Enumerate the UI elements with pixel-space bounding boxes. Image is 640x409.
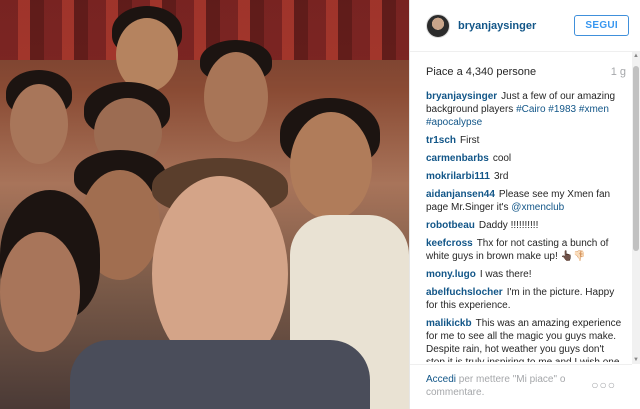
comment-item: abelfuchslocher I'm in the picture. Happy…	[426, 286, 622, 312]
comment-author[interactable]: carmenbarbs	[426, 153, 489, 164]
likes-count[interactable]: Piace a 4,340 persone	[426, 66, 536, 80]
person-face	[10, 84, 68, 164]
comment-item: malikickb This was an amazing experience …	[426, 317, 622, 362]
side-panel: bryanjaysinger SEGUI Piace a 4,340 perso…	[409, 0, 640, 409]
comments-list[interactable]: bryanjaysinger Just a few of our amazing …	[426, 90, 622, 362]
comment-item: aidanjansen44 Please see my Xmen fan page…	[426, 188, 622, 214]
scroll-down-arrow-icon[interactable]: ▼	[632, 356, 640, 364]
login-link[interactable]: Accedi	[426, 374, 456, 385]
comment-author[interactable]: keefcross	[426, 238, 473, 249]
comment-mention[interactable]: @xmenclub	[511, 202, 564, 213]
comment-item: keefcross Thx for not casting a bunch of …	[426, 237, 622, 263]
comment-author[interactable]: mony.lugo	[426, 269, 476, 280]
comment-author[interactable]: robotbeau	[426, 220, 475, 231]
person-face	[290, 112, 372, 220]
post-time[interactable]: 1 g	[611, 66, 626, 80]
person-shirt	[70, 340, 370, 409]
comment-item: robotbeau Daddy !!!!!!!!!!	[426, 219, 622, 232]
scroll-up-arrow-icon[interactable]: ▲	[632, 52, 640, 60]
caption: bryanjaysinger Just a few of our amazing …	[426, 90, 622, 129]
comment-author[interactable]: bryanjaysinger	[426, 91, 497, 102]
post-photo[interactable]	[0, 0, 409, 409]
comment-text: 3rd	[493, 171, 509, 182]
post-header: bryanjaysinger SEGUI	[410, 0, 640, 52]
comments-scrollbar[interactable]: ▲ ▼	[632, 52, 640, 364]
comment-item: mokrilarbi111 3rd	[426, 170, 622, 183]
comment-text: Daddy !!!!!!!!!!	[478, 220, 539, 231]
comment-author[interactable]: aidanjansen44	[426, 189, 495, 200]
comment-text: First	[460, 135, 480, 146]
comment-item: tr1sch First	[426, 134, 622, 147]
comment-author[interactable]: tr1sch	[426, 135, 456, 146]
comment-text: I was there!	[479, 269, 532, 280]
comment-author[interactable]: malikickb	[426, 318, 472, 329]
comment-item: mony.lugo I was there!	[426, 268, 622, 281]
avatar[interactable]	[426, 13, 450, 38]
scrollbar-thumb[interactable]	[633, 66, 639, 251]
username-link[interactable]: bryanjaysinger	[458, 20, 574, 32]
follow-button[interactable]: SEGUI	[574, 15, 629, 36]
more-options-icon[interactable]: ○○○	[591, 379, 616, 392]
login-footer: Accedi per mettere "Mi piace" o commenta…	[410, 364, 632, 409]
person-face	[116, 18, 178, 92]
likes-row: Piace a 4,340 persone 1 g	[426, 66, 626, 80]
comment-author[interactable]: abelfuchslocher	[426, 287, 503, 298]
comment-item: carmenbarbs cool	[426, 152, 622, 165]
person-face	[0, 232, 80, 352]
comment-text: cool	[492, 153, 512, 164]
comment-author[interactable]: mokrilarbi111	[426, 171, 490, 182]
person-face	[204, 52, 268, 142]
